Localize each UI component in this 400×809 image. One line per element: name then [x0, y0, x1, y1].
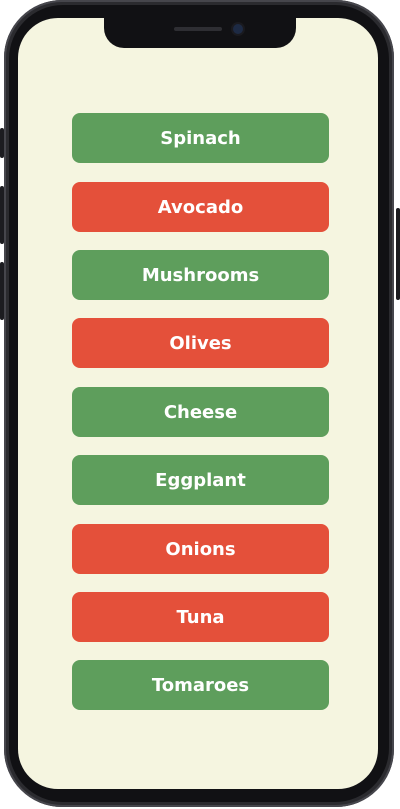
ingredient-item-tomaroes[interactable]: Tomaroes: [72, 660, 329, 710]
mute-switch: [0, 128, 4, 158]
ingredient-item-spinach[interactable]: Spinach: [72, 113, 329, 163]
power-button: [396, 208, 400, 300]
ingredient-item-cheese[interactable]: Cheese: [72, 387, 329, 437]
notch: [104, 18, 296, 48]
screen: Spinach Avocado Mushrooms Olives Cheese …: [18, 18, 378, 789]
ingredient-item-avocado[interactable]: Avocado: [72, 182, 329, 232]
ingredient-item-mushrooms[interactable]: Mushrooms: [72, 250, 329, 300]
volume-up-button: [0, 186, 4, 244]
ingredient-item-onions[interactable]: Onions: [72, 524, 329, 574]
ingredient-item-olives[interactable]: Olives: [72, 318, 329, 368]
speaker-grille: [174, 27, 222, 31]
volume-down-button: [0, 262, 4, 320]
front-camera-icon: [233, 24, 243, 34]
ingredient-item-tuna[interactable]: Tuna: [72, 592, 329, 642]
ingredient-item-eggplant[interactable]: Eggplant: [72, 455, 329, 505]
ingredient-list: Spinach Avocado Mushrooms Olives Cheese …: [18, 18, 378, 789]
